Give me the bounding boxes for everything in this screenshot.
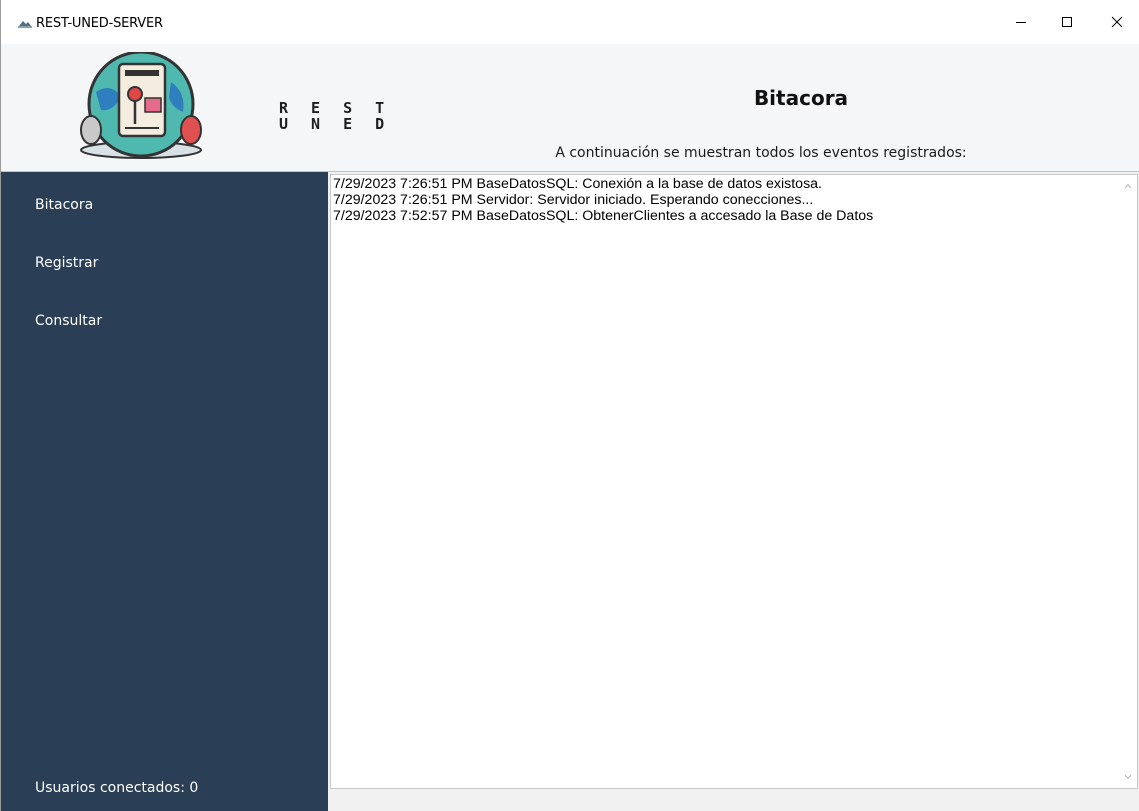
connected-users-status: Usuarios conectados: 0 — [35, 780, 199, 796]
page-subtitle: A continuación se muestran todos los eve… — [555, 145, 967, 161]
event-log-lines: 7/29/2023 7:26:51 PM BaseDatosSQL: Conex… — [333, 176, 1115, 224]
log-line: 7/29/2023 7:52:57 PM BaseDatosSQL: Obten… — [333, 208, 874, 224]
page-title: Bitacora — [753, 86, 849, 110]
sidebar-item-registrar[interactable]: Registrar — [1, 243, 328, 283]
sidebar-item-label: Bitacora — [35, 197, 94, 213]
app-window: REST-UNED-SERVER R E S T U N E D Bitacor… — [0, 0, 1139, 811]
log-line: 7/29/2023 7:26:51 PM Servidor: Servidor … — [333, 192, 814, 208]
minimize-icon — [1016, 22, 1026, 23]
close-button[interactable] — [1094, 0, 1139, 44]
maximize-button[interactable] — [1044, 0, 1090, 44]
sidebar-item-label: Registrar — [35, 255, 99, 271]
sidebar: Bitacora Registrar Consultar Usuarios co… — [1, 172, 328, 811]
logo-line-2: U N E D — [279, 115, 392, 133]
scroll-up-arrow-icon[interactable] — [1124, 183, 1132, 189]
bottom-strip — [328, 789, 1139, 811]
minimize-button[interactable] — [998, 0, 1044, 44]
vertical-scrollbar[interactable] — [1119, 175, 1137, 788]
logo-text: R E S T U N E D — [279, 100, 391, 132]
sidebar-item-bitacora[interactable]: Bitacora — [1, 185, 328, 225]
logo-line-1: R E S T — [279, 99, 392, 117]
maximize-icon — [1062, 17, 1072, 27]
app-icon — [18, 21, 32, 28]
sidebar-item-consultar[interactable]: Consultar — [1, 301, 328, 341]
rest-uned-logo: R E S T U N E D — [61, 50, 384, 164]
log-line: 7/29/2023 7:26:51 PM BaseDatosSQL: Conex… — [333, 176, 822, 192]
sidebar-item-label: Consultar — [35, 313, 103, 329]
close-icon — [1111, 16, 1123, 28]
header-panel: R E S T U N E D Bitacora A continuación … — [1, 44, 1139, 172]
title-bar[interactable]: REST-UNED-SERVER — [1, 0, 1139, 44]
restaurant-menu-icon — [80, 50, 202, 159]
event-log-textarea[interactable]: 7/29/2023 7:26:51 PM BaseDatosSQL: Conex… — [330, 174, 1138, 789]
scroll-down-arrow-icon[interactable] — [1124, 774, 1132, 780]
window-title: REST-UNED-SERVER — [36, 16, 163, 31]
